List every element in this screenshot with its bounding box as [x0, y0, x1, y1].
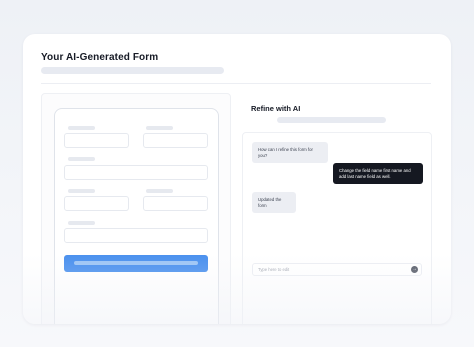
refine-subtitle-placeholder	[277, 117, 386, 123]
subtitle-placeholder	[41, 67, 224, 74]
chat-panel: How can I refine this form for you? Chan…	[242, 132, 432, 324]
divider	[41, 83, 431, 84]
send-icon[interactable]: →	[411, 266, 418, 273]
form-preview-frame	[54, 108, 219, 324]
form-input-field[interactable]	[64, 228, 208, 243]
refine-title: Refine with AI	[251, 104, 301, 113]
field-label-placeholder	[146, 189, 173, 193]
form-card: Your AI-Generated Form Refine with AI Ho…	[23, 34, 451, 324]
form-input-field[interactable]	[64, 196, 129, 211]
form-input-field[interactable]	[143, 133, 208, 148]
form-input-field[interactable]	[64, 133, 129, 148]
chat-input[interactable]	[252, 263, 422, 276]
field-label-placeholder	[68, 157, 95, 161]
ai-message: How can I refine this form for you?	[252, 142, 328, 164]
field-label-placeholder	[146, 126, 173, 130]
page-title: Your AI-Generated Form	[41, 52, 159, 63]
ai-message: Updated the form	[252, 192, 296, 214]
form-input-field[interactable]	[64, 165, 208, 180]
submit-label-placeholder	[74, 261, 198, 265]
form-preview-panel	[41, 93, 231, 324]
form-input-field[interactable]	[143, 196, 208, 211]
field-label-placeholder	[68, 221, 95, 225]
field-label-placeholder	[68, 126, 95, 130]
field-label-placeholder	[68, 189, 95, 193]
user-message: Change the field name first name and add…	[333, 163, 423, 185]
